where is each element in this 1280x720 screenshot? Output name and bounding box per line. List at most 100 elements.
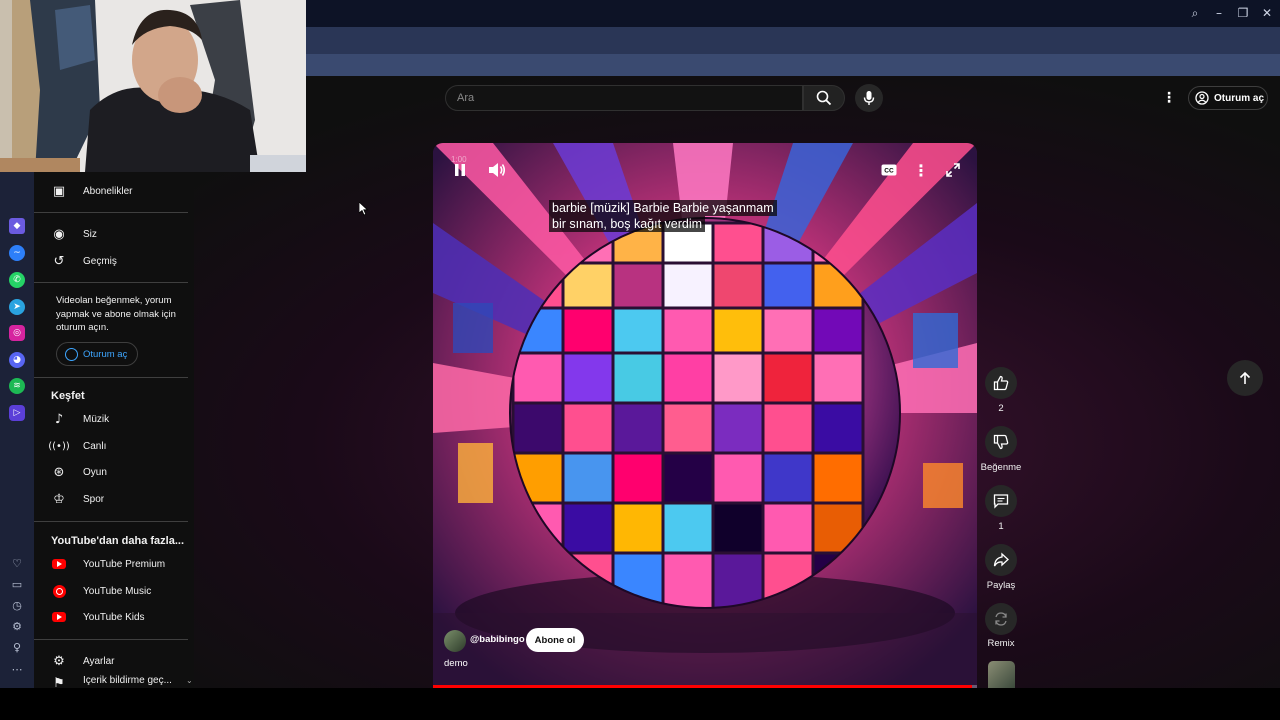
- remix-button[interactable]: [985, 603, 1017, 635]
- remix-icon: [995, 612, 1007, 626]
- sidebar-item-report-history[interactable]: ⚑ İçerik bildirme geç...: [51, 675, 201, 688]
- live-icon: ((•)): [48, 440, 70, 452]
- sidebar-item-settings[interactable]: ⚙ Ayarlar: [51, 649, 201, 673]
- youtube-sidebar: ▣ Abonelikler ◉ Siz ↺ Geçmiş Videolan be…: [34, 172, 194, 688]
- subscriptions-icon: ▣: [52, 183, 66, 199]
- flag-icon: ⚑: [53, 675, 65, 689]
- caption-line: barbie [müzik] Barbie Barbie yaşanmam: [549, 200, 777, 216]
- opera-sidebar: ◆ ~ ✆ ➤ ◎ ◕ ≋ ▷ ♡ ▭ ◷ ⚙ ♀ ⋯: [0, 172, 34, 688]
- channel-avatar[interactable]: [444, 630, 466, 652]
- explore-title: Keşfet: [51, 390, 85, 402]
- whatsapp-icon[interactable]: ✆: [9, 272, 25, 288]
- search-input[interactable]: Ara: [445, 85, 803, 111]
- like-count: 2: [998, 403, 1004, 414]
- captions-icon: CC: [881, 164, 897, 176]
- share-label: Paylaş: [986, 580, 1016, 591]
- sidebar-item-music[interactable]: ♪ Müzik: [51, 407, 201, 431]
- more-icon[interactable]: ⋯: [9, 662, 25, 678]
- account-icon: ◉: [53, 226, 65, 242]
- sidebar-scroll-down-icon[interactable]: ⌄: [186, 676, 193, 685]
- volume-icon: [489, 163, 506, 177]
- signin-label: Oturum aç: [1214, 92, 1265, 104]
- minimize-icon[interactable]: –: [1211, 5, 1227, 21]
- caption-line: bir sınam, boş kağıt verdim: [549, 216, 706, 232]
- divider: [34, 639, 188, 640]
- search-button[interactable]: [803, 85, 845, 111]
- microphone-icon: [863, 91, 875, 105]
- signin-prompt: Videolan beğenmek, yorum yapmak ve abone…: [56, 295, 176, 333]
- sidebar-item-you[interactable]: ◉ Siz: [51, 222, 201, 246]
- sidebar-signin-button[interactable]: Oturum aç: [56, 342, 138, 366]
- screen: { "search": {"placeholder": "Ara"}, "hea…: [0, 0, 1280, 720]
- subscribe-button[interactable]: Abone ol: [526, 628, 584, 652]
- sidebar-item-label: Spor: [83, 493, 105, 505]
- sidebar-item-gaming[interactable]: ⊛ Oyun: [51, 460, 201, 484]
- close-icon[interactable]: ✕: [1259, 5, 1275, 21]
- sidebar-item-premium[interactable]: YouTube Premium: [51, 552, 201, 576]
- like-button[interactable]: [985, 367, 1017, 399]
- tips-icon[interactable]: ♀: [9, 640, 25, 656]
- caption-overlay: barbie [müzik] Barbie Barbie yaşanmam bi…: [549, 200, 777, 232]
- sidebar-item-label: YouTube Kids: [83, 611, 145, 623]
- sidebar-item-label: Abonelikler: [83, 185, 133, 197]
- account-icon: [65, 347, 78, 361]
- sidebar-item-label: Siz: [83, 228, 97, 240]
- volume-button[interactable]: [486, 159, 508, 181]
- webcam-person-image: [0, 0, 306, 172]
- sidebar-item-label: Ayarlar: [83, 655, 115, 667]
- more-from-youtube-title: YouTube'dan daha fazla...: [51, 535, 184, 547]
- comment-icon: [993, 494, 1009, 509]
- arrow-up-icon: [1239, 371, 1251, 384]
- sidebar-item-live[interactable]: ((•)) Canlı: [48, 434, 201, 458]
- pause-icon: [455, 164, 465, 176]
- sidebar-item-music-app[interactable]: YouTube Music: [51, 579, 201, 603]
- pause-button[interactable]: [449, 159, 471, 181]
- account-icon: [1195, 91, 1209, 105]
- restore-icon[interactable]: ❐: [1235, 5, 1251, 21]
- dislike-button[interactable]: [985, 426, 1017, 458]
- youtube-premium-icon: [51, 556, 67, 572]
- fullscreen-button[interactable]: [942, 159, 964, 181]
- share-button[interactable]: [985, 544, 1017, 576]
- settings-icon[interactable]: ⚙: [9, 619, 25, 635]
- captions-button[interactable]: CC: [878, 159, 900, 181]
- player-icon[interactable]: ▷: [9, 405, 25, 421]
- video-title[interactable]: demo: [444, 658, 468, 669]
- spotify-icon[interactable]: ≋: [9, 378, 25, 394]
- channel-name[interactable]: @babibingo: [470, 634, 525, 645]
- browser-search-icon[interactable]: ⌕: [1187, 5, 1203, 21]
- sidebar-item-kids[interactable]: YouTube Kids: [51, 605, 201, 629]
- divider: [34, 521, 188, 522]
- favorites-icon[interactable]: ♡: [9, 556, 25, 572]
- svg-text:CC: CC: [884, 168, 894, 175]
- header-signin-button[interactable]: Oturum aç: [1188, 86, 1268, 110]
- os-taskbar: [0, 688, 1280, 720]
- history-icon[interactable]: ◷: [9, 598, 25, 614]
- divider: [34, 377, 188, 378]
- fullscreen-icon: [946, 163, 960, 177]
- settings-menu-icon[interactable]: ⋮: [1160, 88, 1178, 108]
- comments-button[interactable]: [985, 485, 1017, 517]
- thumbs-down-icon: [993, 434, 1009, 450]
- dislike-label: Beğenme: [980, 462, 1022, 473]
- history-icon: ↺: [53, 253, 65, 269]
- player-more-icon[interactable]: ⋮: [910, 159, 932, 181]
- tabs-icon[interactable]: ▭: [9, 577, 25, 593]
- search-icon: [816, 90, 832, 106]
- youtube-music-icon: [51, 583, 67, 599]
- sidebar-item-sports[interactable]: ♔ Spor: [51, 487, 201, 511]
- discord-icon[interactable]: ◕: [9, 352, 25, 368]
- voice-search-button[interactable]: [855, 84, 883, 112]
- instagram-icon[interactable]: ◎: [9, 325, 25, 341]
- audio-track-thumbnail[interactable]: [988, 661, 1015, 688]
- divider: [34, 282, 188, 283]
- sidebar-item-history[interactable]: ↺ Geçmiş: [51, 249, 201, 273]
- sidebar-item-label: Müzik: [83, 413, 110, 425]
- aria-icon[interactable]: ◆: [9, 218, 25, 234]
- telegram-icon[interactable]: ➤: [9, 299, 25, 315]
- sidebar-item-label: YouTube Premium: [83, 558, 166, 570]
- scroll-up-button[interactable]: [1227, 360, 1263, 396]
- messenger-icon[interactable]: ~: [9, 245, 25, 261]
- webcam-overlay: [0, 0, 306, 172]
- sidebar-item-subscriptions[interactable]: ▣ Abonelikler: [51, 179, 201, 203]
